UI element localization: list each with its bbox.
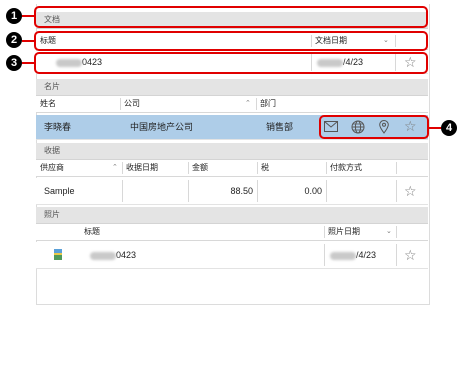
star-icon[interactable]: ☆	[404, 248, 417, 262]
photos-col-title[interactable]: 标题	[80, 224, 324, 240]
photo-row-date: /4/23	[324, 242, 396, 268]
receipts-col-payment[interactable]: 付款方式	[326, 160, 396, 176]
card-department: 销售部	[266, 122, 294, 132]
business-cards-section-title: 名片	[44, 82, 60, 91]
leader-line-3	[22, 62, 34, 64]
photo-thumbnail-icon	[54, 249, 62, 260]
highlight-box-4	[319, 115, 429, 139]
cards-col-name[interactable]: 姓名	[36, 96, 120, 112]
callout-1: 1	[6, 8, 22, 24]
photo-row-title: 0423	[80, 242, 324, 268]
photo-title-text: 0423	[116, 250, 137, 260]
receipts-col-date[interactable]: 收据日期	[122, 160, 188, 176]
leader-line-1	[22, 15, 34, 17]
highlight-box-3	[34, 52, 428, 74]
card-company: 中国房地产公司	[130, 122, 194, 132]
highlight-box-1	[34, 6, 428, 28]
cards-col-company[interactable]: 公司 ⌃	[120, 96, 256, 112]
photos-col-date[interactable]: 照片日期 ⌄	[324, 224, 396, 240]
receipts-col-vendor[interactable]: 供应商 ⌃	[36, 160, 122, 176]
receipts-col-tax[interactable]: 税	[257, 160, 326, 176]
callout-4: 4	[441, 120, 457, 136]
cards-col-company-label: 公司	[124, 99, 140, 108]
photo-row[interactable]: 0423 /4/23 ☆	[36, 242, 428, 269]
card-name: 李晓春	[44, 122, 72, 132]
chevron-down-icon: ⌄	[386, 228, 392, 235]
receipts-column-header: 供应商 ⌃ 收据日期 金额 税 付款方式	[36, 160, 428, 177]
leader-line-2	[22, 40, 34, 42]
photos-column-header: 标题 照片日期 ⌄	[36, 224, 428, 241]
cards-col-department[interactable]: 部门	[256, 96, 316, 112]
photos-section-header[interactable]: 照片	[36, 207, 428, 224]
receipt-tax: 0.00	[304, 186, 322, 196]
redacted-text	[90, 251, 116, 260]
photos-col-date-label: 照片日期	[328, 227, 360, 236]
receipts-col-amount[interactable]: 金额	[188, 160, 257, 176]
chevron-up-icon: ⌃	[112, 164, 118, 171]
photo-date-text: /4/23	[356, 250, 377, 260]
receipts-section-header[interactable]: 收据	[36, 143, 428, 160]
leader-line-4	[429, 127, 441, 129]
business-cards-section-header[interactable]: 名片	[36, 79, 428, 96]
highlight-box-2	[34, 31, 428, 51]
chevron-up-icon: ⌃	[245, 100, 251, 107]
receipt-row[interactable]: Sample 88.50 0.00 ☆	[36, 178, 428, 205]
receipts-section-title: 收据	[44, 146, 60, 155]
receipts-col-vendor-label: 供应商	[40, 163, 64, 172]
business-cards-column-header: 姓名 公司 ⌃ 部门	[36, 96, 428, 113]
receipt-amount: 88.50	[230, 186, 253, 196]
callout-2: 2	[6, 32, 22, 48]
photos-section-title: 照片	[44, 210, 60, 219]
redacted-text	[330, 251, 356, 260]
callout-3: 3	[6, 55, 22, 71]
star-icon[interactable]: ☆	[404, 184, 417, 198]
receipt-vendor: Sample	[44, 186, 75, 196]
